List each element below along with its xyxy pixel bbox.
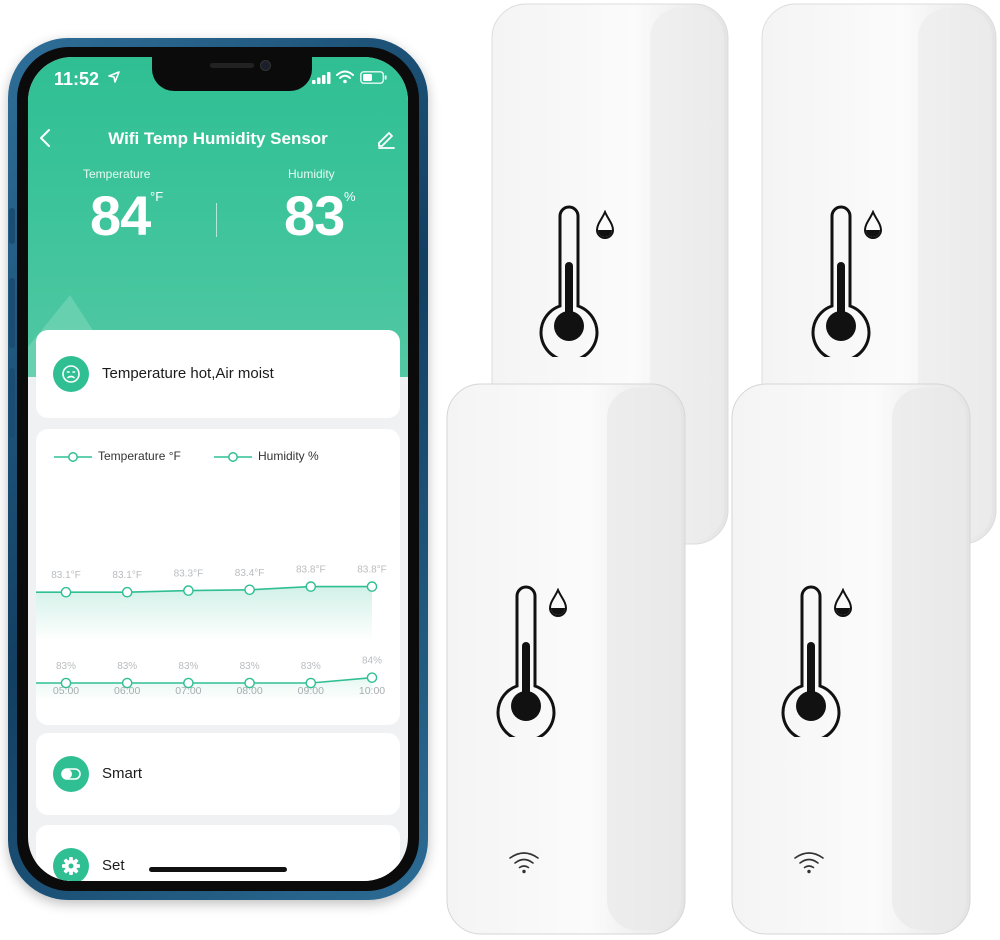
- signal-icon: [312, 71, 332, 89]
- volume-down-button: [9, 368, 15, 438]
- mute-switch: [9, 208, 15, 244]
- legend-line-icon: [214, 451, 252, 462]
- x-tick-label: 07:00: [175, 685, 201, 697]
- location-icon: [108, 70, 120, 86]
- notch: [152, 57, 312, 91]
- temperature-data-label: 83.1°F: [51, 570, 81, 581]
- navigation-bar: Wifi Temp Humidity Sensor: [28, 119, 408, 159]
- front-camera: [260, 60, 271, 71]
- home-indicator[interactable]: [149, 867, 287, 872]
- temperature-data-label: 83.3°F: [174, 569, 204, 580]
- app-screen: 11:52 Wifi Temp Humidity Sensor Temperat…: [28, 57, 408, 881]
- humidity-data-label: 83%: [178, 661, 198, 672]
- menu-item-smart[interactable]: Smart: [36, 733, 400, 815]
- wifi-icon: [336, 70, 354, 89]
- humidity-data-label: 83%: [117, 661, 137, 672]
- temperature-data-point: [305, 581, 317, 592]
- clock: 11:52: [54, 69, 100, 89]
- x-tick-label: 05:00: [53, 685, 79, 697]
- menu-label-set: Set: [102, 857, 125, 874]
- temperature-unit: °F: [150, 189, 164, 204]
- x-tick-label: 10:00: [359, 685, 385, 697]
- x-tick-label: 06:00: [114, 685, 140, 697]
- temperature-data-point: [60, 586, 72, 598]
- battery-icon: [360, 71, 388, 89]
- x-tick-label: 09:00: [298, 685, 324, 697]
- temperature-data-point: [366, 581, 378, 592]
- water-drop-icon: [594, 210, 616, 240]
- humidity-value: 83: [284, 184, 345, 247]
- comfort-status-card[interactable]: Temperature hot,Air moist: [36, 330, 400, 418]
- temperature-data-label: 83.1°F: [112, 570, 142, 581]
- comfort-status-text: Temperature hot,Air moist: [102, 365, 274, 382]
- toggle-icon: [53, 756, 89, 792]
- sensor-device-front-right: [730, 382, 972, 937]
- legend-humidity-label: Humidity %: [258, 449, 319, 463]
- humidity-data-point: [366, 672, 378, 683]
- temperature-data-point: [183, 585, 194, 596]
- water-drop-icon: [832, 588, 854, 618]
- speaker: [210, 63, 254, 68]
- history-chart-card: 83.1°F 83.1°F 83.3°F 83.4°F 83.8°F 83.8°F 83% 8…: [36, 429, 400, 725]
- humidity-data-label: 84%: [362, 656, 382, 667]
- temperature-data-point: [121, 586, 133, 598]
- humidity-label: Humidity: [288, 167, 335, 181]
- humidity-series-line: [36, 676, 373, 684]
- x-tick-label: 08:00: [236, 685, 262, 697]
- sensor-device-front-left: [445, 382, 687, 937]
- legend-temperature: Temperature °F: [54, 449, 181, 463]
- menu-label-smart: Smart: [102, 765, 143, 782]
- face-icon: [53, 356, 89, 392]
- temperature-area: [36, 586, 372, 641]
- wifi-icon: [792, 849, 826, 875]
- legend-line-icon: [54, 451, 92, 462]
- temperature-data-label: 83.4°F: [235, 568, 265, 579]
- legend-temperature-label: Temperature °F: [98, 449, 181, 463]
- water-drop-icon: [547, 588, 569, 618]
- readings: Temperature 84 °F Humidity 83 %: [28, 167, 408, 267]
- reading-divider: [216, 203, 217, 237]
- temperature-value: 84: [90, 184, 151, 247]
- temperature-data-label: 83.8°F: [296, 565, 326, 576]
- humidity-data-label: 83%: [56, 661, 76, 672]
- legend-humidity: Humidity %: [214, 449, 319, 463]
- smartphone: 11:52 Wifi Temp Humidity Sensor Temperat…: [8, 38, 428, 900]
- water-drop-icon: [862, 210, 884, 240]
- humidity-data-label: 83%: [240, 661, 260, 672]
- volume-up-button: [9, 278, 15, 348]
- pencil-icon[interactable]: [376, 129, 396, 154]
- history-chart: 83.1°F 83.1°F 83.3°F 83.4°F 83.8°F 83.8°F 83% 8…: [36, 565, 387, 701]
- temperature-label: Temperature: [83, 167, 151, 181]
- humidity-data-label: 83%: [301, 661, 321, 672]
- humidity-unit: %: [344, 189, 356, 204]
- page-title: Wifi Temp Humidity Sensor: [108, 129, 328, 148]
- wifi-icon: [507, 849, 541, 875]
- hero-header: 11:52 Wifi Temp Humidity Sensor Temperat…: [28, 57, 408, 377]
- temperature-data-label: 83.8°F: [357, 565, 387, 576]
- menu-item-set[interactable]: Set: [36, 825, 400, 881]
- temperature-data-point: [244, 584, 255, 596]
- gear-icon: [53, 848, 89, 881]
